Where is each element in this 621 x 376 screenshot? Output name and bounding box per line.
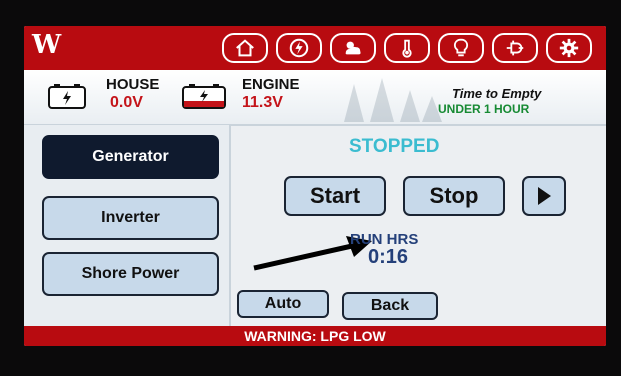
touchscreen-display: W HOUSE 0.0V ENGINE 11.3V Time to Empty …	[24, 26, 606, 346]
start-button[interactable]: Start	[284, 176, 386, 216]
gear-icon	[559, 38, 579, 58]
thermometer-icon	[402, 39, 412, 58]
house-battery-icon	[48, 84, 86, 109]
run-hours-value: 0:16	[368, 246, 409, 268]
top-nav-bar: W	[24, 26, 606, 70]
next-page-button[interactable]	[522, 176, 566, 216]
nav-temperature-button[interactable]	[384, 33, 430, 63]
trees-background-graphic	[344, 78, 442, 122]
sidebar-item-generator[interactable]: Generator	[42, 135, 219, 179]
nav-home-button[interactable]	[222, 33, 268, 63]
nav-settings-button[interactable]	[546, 33, 592, 63]
nav-lighting-button[interactable]	[438, 33, 484, 63]
stop-button[interactable]: Stop	[403, 176, 505, 216]
time-to-empty-label: Time to Empty	[452, 86, 542, 101]
sidebar-item-inverter[interactable]: Inverter	[42, 196, 219, 240]
play-icon	[538, 187, 551, 205]
engine-battery-icon	[182, 84, 226, 109]
engine-voltage: 11.3V	[242, 94, 283, 111]
warning-text: WARNING: LPG LOW	[244, 328, 386, 344]
nav-generator-button[interactable]	[276, 33, 322, 63]
plug-icon	[506, 40, 524, 56]
generator-icon	[289, 38, 309, 58]
back-button[interactable]: Back	[342, 292, 438, 320]
weather-icon	[345, 41, 361, 55]
brand-logo: W	[32, 30, 61, 60]
battery-status-row: HOUSE 0.0V ENGINE 11.3V Time to Empty UN…	[24, 70, 606, 126]
auto-button[interactable]: Auto	[237, 290, 329, 318]
sidebar-item-shore-power[interactable]: Shore Power	[42, 252, 219, 296]
nav-power-button[interactable]	[492, 33, 538, 63]
nav-weather-button[interactable]	[330, 33, 376, 63]
generator-state: STOPPED	[349, 136, 440, 157]
house-voltage: 0.0V	[110, 94, 143, 111]
time-to-empty-value: UNDER 1 HOUR	[438, 102, 530, 116]
lightbulb-icon	[453, 38, 469, 57]
house-label: HOUSE	[106, 76, 160, 93]
home-icon	[236, 39, 254, 57]
engine-label: ENGINE	[242, 76, 300, 93]
warning-bar: WARNING: LPG LOW	[24, 326, 606, 346]
source-sidebar: Generator Inverter Shore Power	[24, 125, 231, 326]
